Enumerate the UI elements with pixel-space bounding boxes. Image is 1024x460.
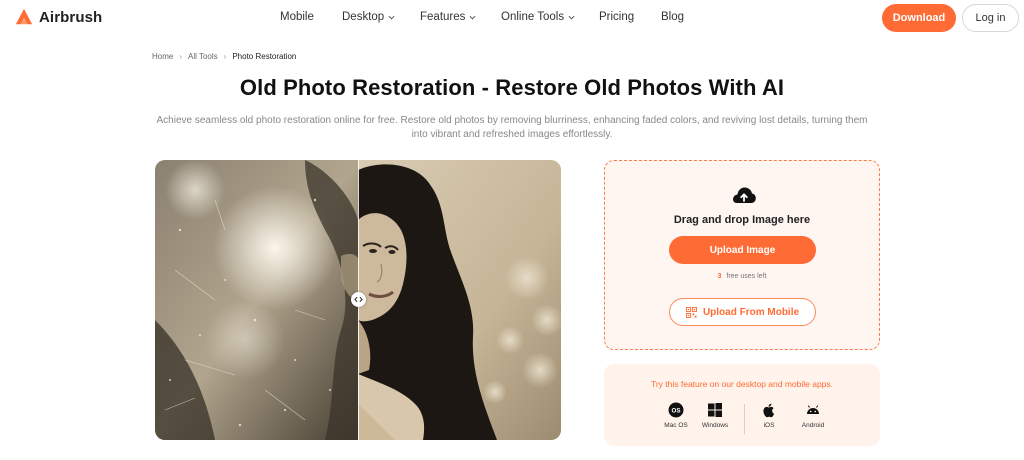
drop-instructions: Drag and drop Image here: [673, 214, 811, 226]
breadcrumb-home[interactable]: Home: [152, 52, 173, 61]
upload-dropzone[interactable]: Drag and drop Image here Upload Image 3 …: [604, 160, 880, 350]
app-label: iOS: [763, 422, 775, 429]
page-subtitle: Achieve seamless old photo restoration o…: [156, 115, 868, 140]
login-button[interactable]: Log in: [962, 4, 1019, 32]
macos-icon: OS: [668, 402, 684, 418]
main-nav: Mobile Desktop Features Online Tools Pri…: [0, 0, 1024, 36]
before-after-compare[interactable]: [155, 160, 561, 440]
app-ios[interactable]: iOS: [749, 402, 789, 429]
apps-promo-title: Try this feature on our desktop and mobi…: [650, 379, 834, 389]
nav-item-desktop[interactable]: Desktop: [342, 11, 395, 23]
cloud-upload-icon: [733, 187, 756, 203]
site-header: Airbrush Mobile Desktop Features Online …: [0, 0, 1024, 36]
apps-promo: Try this feature on our desktop and mobi…: [604, 364, 880, 446]
download-button[interactable]: Download: [882, 4, 956, 32]
free-uses-label: free uses left: [726, 273, 767, 280]
nav-item-label: Features: [420, 11, 466, 23]
nav-item-label: Desktop: [342, 11, 385, 23]
breadcrumb: Home › All Tools › Photo Restoration: [152, 52, 296, 61]
chevron-down-icon: [469, 15, 476, 20]
app-macos[interactable]: OS Mac OS: [656, 402, 696, 429]
nav-item-pricing[interactable]: Pricing: [599, 11, 634, 23]
breadcrumb-all-tools[interactable]: All Tools: [188, 52, 218, 61]
upload-from-mobile-label: Upload From Mobile: [702, 306, 800, 318]
chevron-down-icon: [388, 15, 395, 20]
nav-item-label: Blog: [661, 11, 685, 23]
free-uses-count: 3: [717, 273, 722, 280]
upload-image-button[interactable]: Upload Image: [669, 236, 816, 264]
app-label: Android: [801, 422, 825, 429]
nav-item-features[interactable]: Features: [420, 11, 476, 23]
nav-item-label: Mobile: [280, 11, 314, 23]
qr-code-icon: [685, 306, 697, 318]
nav-item-label: Online Tools: [501, 11, 565, 23]
chevron-down-icon: [568, 15, 575, 20]
arrows-horizontal-icon: [354, 296, 363, 303]
nav-item-mobile[interactable]: Mobile: [280, 11, 314, 23]
app-label: Mac OS: [664, 422, 688, 429]
upload-from-mobile-button[interactable]: Upload From Mobile: [669, 298, 816, 326]
compare-slider-handle[interactable]: [351, 292, 366, 307]
svg-text:OS: OS: [672, 407, 681, 414]
free-uses-counter: 3 free uses left: [605, 273, 879, 280]
breadcrumb-current: Photo Restoration: [232, 52, 297, 61]
app-label: Windows: [701, 422, 729, 429]
app-windows[interactable]: Windows: [695, 402, 735, 429]
windows-icon: [708, 403, 722, 417]
chevron-right-icon: ›: [223, 52, 227, 61]
nav-item-blog[interactable]: Blog: [661, 11, 684, 23]
chevron-right-icon: ›: [179, 52, 183, 61]
apple-icon: [763, 403, 775, 418]
nav-item-label: Pricing: [599, 11, 635, 23]
app-android[interactable]: Android: [793, 402, 833, 429]
nav-item-online-tools[interactable]: Online Tools: [501, 11, 575, 23]
android-icon: [807, 405, 819, 414]
page-title: Old Photo Restoration - Restore Old Phot…: [239, 75, 785, 100]
apps-divider: [744, 404, 745, 434]
